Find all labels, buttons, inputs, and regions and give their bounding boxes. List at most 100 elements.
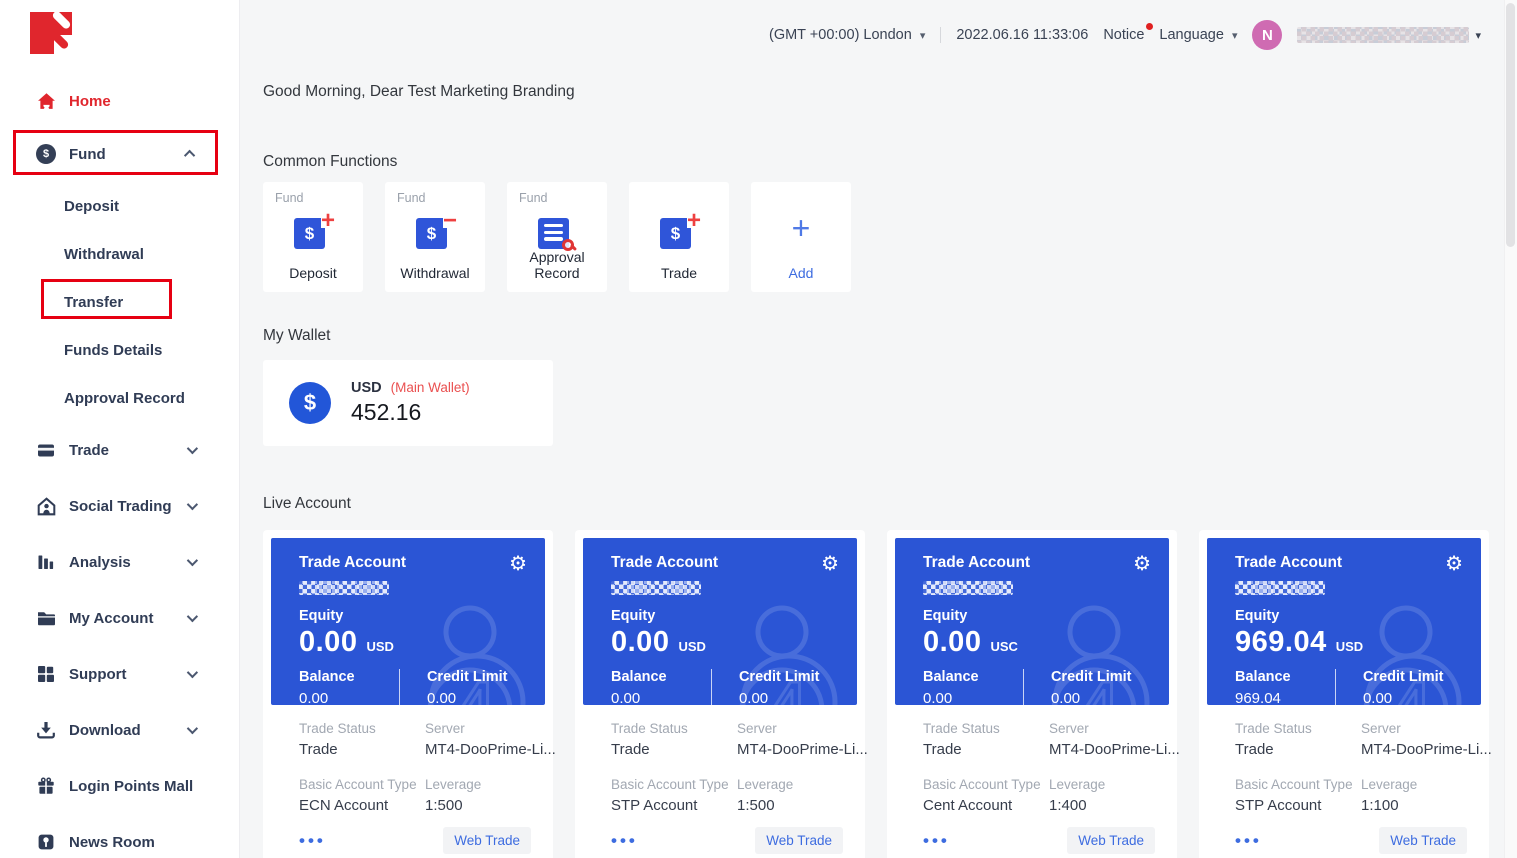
card-title: Trade Account xyxy=(299,554,406,572)
balance-value: 0.00 xyxy=(299,690,399,705)
sidebar-item-analysis[interactable]: Analysis xyxy=(0,534,239,590)
server-label: Server xyxy=(1361,721,1492,736)
gear-icon[interactable]: ⚙ xyxy=(509,554,527,574)
trade-status-value: Trade xyxy=(1235,741,1361,758)
chevron-up-icon xyxy=(184,150,195,161)
trade-status-label: Trade Status xyxy=(1235,721,1361,736)
chevron-down-icon xyxy=(187,723,198,734)
more-actions-button[interactable]: ••• xyxy=(1235,831,1262,851)
shortcut-withdrawal[interactable]: Fund $ − Withdrawal xyxy=(385,182,485,292)
leverage-value: 1:400 xyxy=(1049,797,1180,814)
sidebar-item-label: Support xyxy=(69,666,127,683)
account-type-value: Cent Account xyxy=(923,797,1049,814)
plus-icon: + xyxy=(751,212,851,244)
sidebar-item-support[interactable]: Support xyxy=(0,646,239,702)
sidebar-item-login-points-mall[interactable]: Login Points Mall xyxy=(0,758,239,814)
sidebar: Home $ Fund Deposit Withdrawal Transfer … xyxy=(0,0,240,858)
gear-icon[interactable]: ⚙ xyxy=(1133,554,1151,574)
scrollbar-thumb[interactable] xyxy=(1506,3,1515,247)
notice-button[interactable]: Notice xyxy=(1103,27,1144,43)
card-title: Trade Account xyxy=(923,554,1030,572)
trade-account-card: Trade Account ⚙ Equity 0.00 USD Balance … xyxy=(575,530,865,858)
sidebar-item-news-room[interactable]: News Room xyxy=(0,814,239,858)
gear-icon[interactable]: ⚙ xyxy=(1445,554,1463,574)
username-masked[interactable] xyxy=(1297,27,1469,43)
trade-status-label: Trade Status xyxy=(923,721,1049,736)
fund-withdrawal-icon: $ − xyxy=(416,213,454,251)
trade-status-value: Trade xyxy=(299,741,425,758)
equity-label: Equity xyxy=(1235,608,1463,624)
shortcut-category: Fund xyxy=(397,191,426,205)
shortcut-label: Approval Record xyxy=(507,249,607,281)
timezone-selector[interactable]: (GMT +00:00) London xyxy=(769,27,912,43)
shortcut-trade[interactable]: $ + Trade xyxy=(629,182,729,292)
account-type-value: STP Account xyxy=(611,797,737,814)
avatar[interactable]: N xyxy=(1252,20,1282,50)
shortcut-approval-record[interactable]: Fund Approval Record xyxy=(507,182,607,292)
server-value: MT4-DooPrime-Li... xyxy=(1049,741,1180,758)
leverage-value: 1:500 xyxy=(425,797,556,814)
common-functions-row: Fund $ + Deposit Fund $ − Withdrawal Fun xyxy=(263,182,851,292)
account-number-masked xyxy=(1235,581,1325,595)
notice-badge-dot xyxy=(1146,23,1153,30)
datetime-label: 2022.06.16 11:33:06 xyxy=(956,27,1088,43)
divider xyxy=(1023,669,1024,705)
sidebar-item-home[interactable]: Home xyxy=(0,76,239,126)
sidebar-item-funds-details[interactable]: Funds Details xyxy=(0,326,239,374)
dollar-circle-icon: $ xyxy=(289,382,331,424)
sidebar-item-download[interactable]: Download xyxy=(0,702,239,758)
folder-icon xyxy=(36,608,56,628)
account-type-value: STP Account xyxy=(1235,797,1361,814)
sidebar-item-trade[interactable]: Trade xyxy=(0,422,239,478)
wallet-currency: USD xyxy=(351,380,382,396)
shortcut-add[interactable]: + Add xyxy=(751,182,851,292)
language-selector[interactable]: Language xyxy=(1159,27,1224,43)
leverage-value: 1:500 xyxy=(737,797,868,814)
sidebar-item-transfer[interactable]: Transfer xyxy=(0,278,239,326)
more-actions-button[interactable]: ••• xyxy=(923,831,950,851)
account-number-masked xyxy=(299,581,389,595)
leverage-value: 1:100 xyxy=(1361,797,1492,814)
equity-value: 0.00 xyxy=(611,626,669,659)
trade-account-card: Trade Account ⚙ Equity 0.00 USD Balance … xyxy=(263,530,553,858)
home-icon xyxy=(36,91,56,111)
sidebar-item-fund[interactable]: $ Fund xyxy=(0,126,239,182)
sidebar-item-social-trading[interactable]: Social Trading xyxy=(0,478,239,534)
shortcut-category: Fund xyxy=(275,191,304,205)
my-wallet-title: My Wallet xyxy=(263,327,330,345)
credit-limit-label: Credit Limit xyxy=(1051,669,1151,685)
chevron-down-icon xyxy=(187,667,198,678)
gear-icon[interactable]: ⚙ xyxy=(821,554,839,574)
account-type-value: ECN Account xyxy=(299,797,425,814)
more-actions-button[interactable]: ••• xyxy=(299,831,326,851)
web-trade-button[interactable]: Web Trade xyxy=(1067,827,1155,854)
sidebar-item-my-account[interactable]: My Account xyxy=(0,590,239,646)
divider xyxy=(399,669,400,705)
common-functions-title: Common Functions xyxy=(263,153,397,171)
equity-value: 0.00 xyxy=(923,626,981,659)
wallet-card: $ USD (Main Wallet) 452.16 xyxy=(263,360,553,446)
shortcut-deposit[interactable]: Fund $ + Deposit xyxy=(263,182,363,292)
equity-currency: USC xyxy=(990,639,1017,654)
balance-label: Balance xyxy=(611,669,711,685)
sidebar-item-deposit[interactable]: Deposit xyxy=(0,182,239,230)
trade-add-icon: $ + xyxy=(660,213,698,251)
scrollbar-track xyxy=(1504,0,1517,858)
equity-label: Equity xyxy=(299,608,527,624)
chevron-down-icon xyxy=(187,555,198,566)
sidebar-item-approval-record[interactable]: Approval Record xyxy=(0,374,239,422)
sidebar-item-label: News Room xyxy=(69,834,155,851)
web-trade-button[interactable]: Web Trade xyxy=(755,827,843,854)
more-actions-button[interactable]: ••• xyxy=(611,831,638,851)
sidebar-item-label: Social Trading xyxy=(69,498,172,515)
trade-status-label: Trade Status xyxy=(299,721,425,736)
web-trade-button[interactable]: Web Trade xyxy=(443,827,531,854)
doo-prime-logo-icon xyxy=(28,8,78,58)
sidebar-item-withdrawal[interactable]: Withdrawal xyxy=(0,230,239,278)
equity-currency: USD xyxy=(366,639,393,654)
caret-down-icon: ▾ xyxy=(1232,29,1238,42)
bar-chart-icon xyxy=(36,552,56,572)
web-trade-button[interactable]: Web Trade xyxy=(1379,827,1467,854)
equity-value: 0.00 xyxy=(299,626,357,659)
wallet-amount: 452.16 xyxy=(351,399,470,426)
